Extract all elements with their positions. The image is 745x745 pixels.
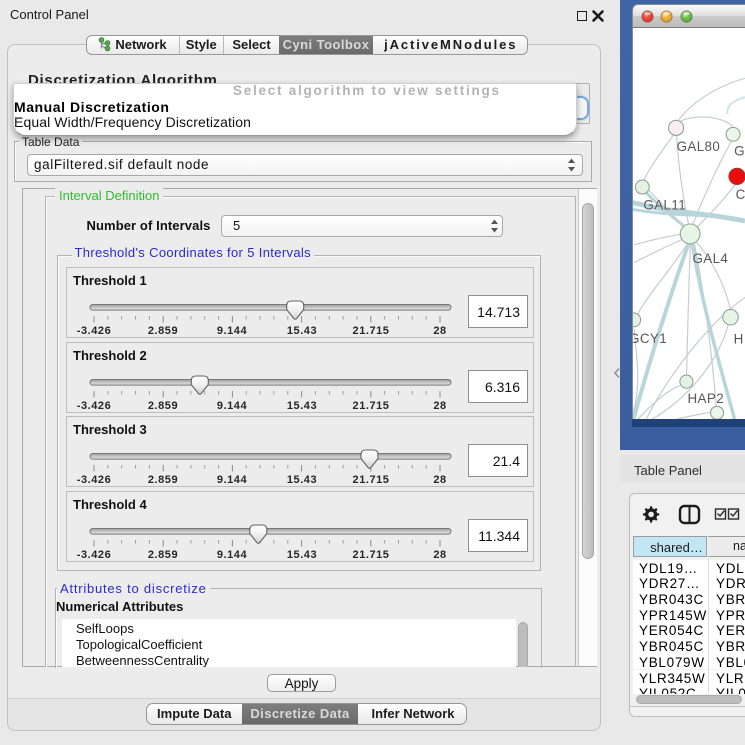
svg-text:GAL11: GAL11	[643, 198, 686, 213]
svg-text:GAL4: GAL4	[692, 251, 728, 266]
svg-text:C: C	[736, 187, 745, 202]
svg-text:GAL80: GAL80	[677, 139, 721, 154]
svg-text:H: H	[734, 331, 744, 346]
svg-text:HAP2: HAP2	[688, 391, 725, 406]
svg-text:GA: GA	[734, 144, 745, 159]
svg-text:GCY1: GCY1	[632, 331, 667, 346]
